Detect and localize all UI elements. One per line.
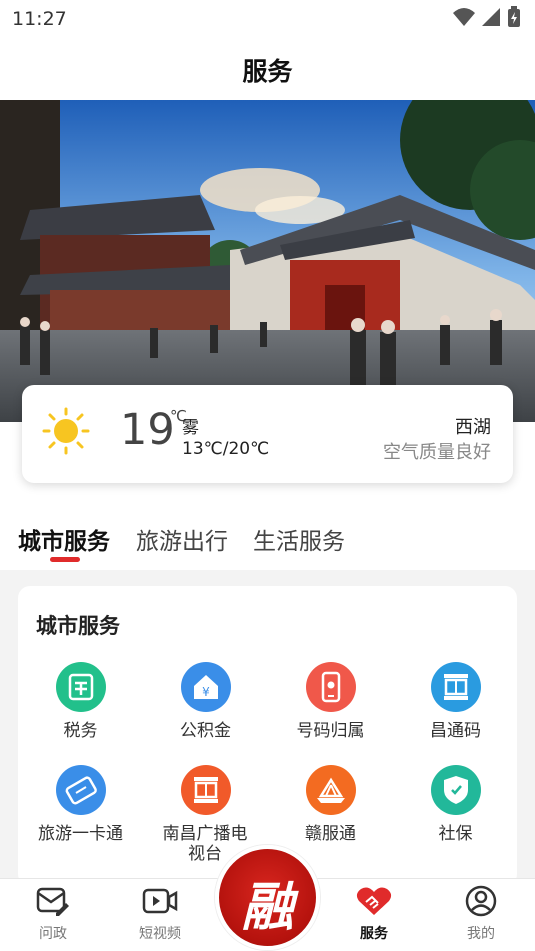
travel-card-icon: [55, 765, 106, 815]
wifi-icon: [453, 8, 475, 26]
banner-image[interactable]: [0, 100, 535, 422]
phone-number-icon: [305, 662, 356, 712]
title-bar: 服务: [0, 38, 535, 100]
service-label: 公积金: [180, 721, 231, 741]
service-label: 昌通码: [430, 721, 481, 741]
nav-label: 问政: [39, 926, 67, 942]
service-label: 赣服通: [305, 824, 356, 844]
air-quality: 空气质量良好: [383, 442, 491, 463]
weather-condition: 雾: [182, 418, 199, 438]
tab-travel[interactable]: 旅游出行: [136, 522, 228, 556]
nav-item-service[interactable]: 服务: [334, 885, 414, 943]
status-bar: 11:27: [0, 0, 535, 38]
service-social-security[interactable]: 社保: [393, 765, 518, 844]
svg-text:¥: ¥: [202, 685, 210, 699]
center-logo-text: 融: [241, 877, 294, 938]
ganfutong-icon: [305, 765, 356, 815]
tv-station-icon: [180, 765, 231, 815]
service-travel-card[interactable]: 旅游一卡通: [18, 765, 143, 844]
center-logo-button[interactable]: 融: [215, 845, 320, 950]
section-title: 城市服务: [36, 614, 120, 638]
handshake-heart-icon: [356, 887, 392, 915]
message-edit-icon: [36, 887, 69, 916]
nav-label: 短视频: [139, 926, 181, 942]
service-label: 旅游一卡通: [38, 824, 123, 844]
service-housing-fund[interactable]: ¥ 公积金: [143, 662, 268, 741]
battery-icon: [508, 6, 520, 27]
service-changtong-code[interactable]: 昌通码: [393, 662, 518, 741]
service-label: 税务: [63, 721, 98, 741]
user-icon: [465, 885, 497, 917]
status-time: 11:27: [12, 8, 67, 30]
sun-icon: [42, 407, 90, 455]
city-service-card: 城市服务 税务 ¥ 公积金 号码归属 昌通码 旅游一卡通 南昌广播电视台 赣服通…: [18, 586, 517, 886]
status-icons: [453, 6, 521, 28]
weather-city: 西湖: [455, 417, 491, 438]
weather-temperature: 19: [120, 405, 175, 455]
nav-item-wenzheng[interactable]: 问政: [13, 885, 93, 943]
nav-item-mine[interactable]: 我的: [441, 885, 521, 943]
service-tax[interactable]: 税务: [18, 662, 143, 741]
changtong-code-icon: [430, 662, 481, 712]
video-icon: [142, 888, 178, 914]
housing-fund-icon: ¥: [180, 662, 231, 712]
service-label: 社保: [438, 824, 473, 844]
weather-range: 13℃/20℃: [182, 439, 270, 459]
tab-indicator: [50, 557, 80, 562]
nav-label: 服务: [360, 926, 388, 942]
service-label: 号码归属: [296, 721, 365, 741]
signal-icon: [482, 8, 500, 26]
weather-card[interactable]: 19 ℃ 雾 13℃/20℃ 西湖 空气质量良好: [22, 385, 513, 483]
service-ganfutong[interactable]: 赣服通: [268, 765, 393, 844]
social-security-icon: [430, 765, 481, 815]
service-tabs: 城市服务 旅游出行 生活服务: [0, 510, 535, 570]
nav-label: 我的: [467, 926, 495, 942]
service-phone-number[interactable]: 号码归属: [268, 662, 393, 741]
tab-city-service[interactable]: 城市服务: [18, 522, 110, 556]
nav-item-short-video[interactable]: 短视频: [120, 885, 200, 943]
tax-icon: [55, 662, 106, 712]
tab-life-service[interactable]: 生活服务: [253, 522, 345, 556]
page-title: 服务: [242, 57, 293, 86]
